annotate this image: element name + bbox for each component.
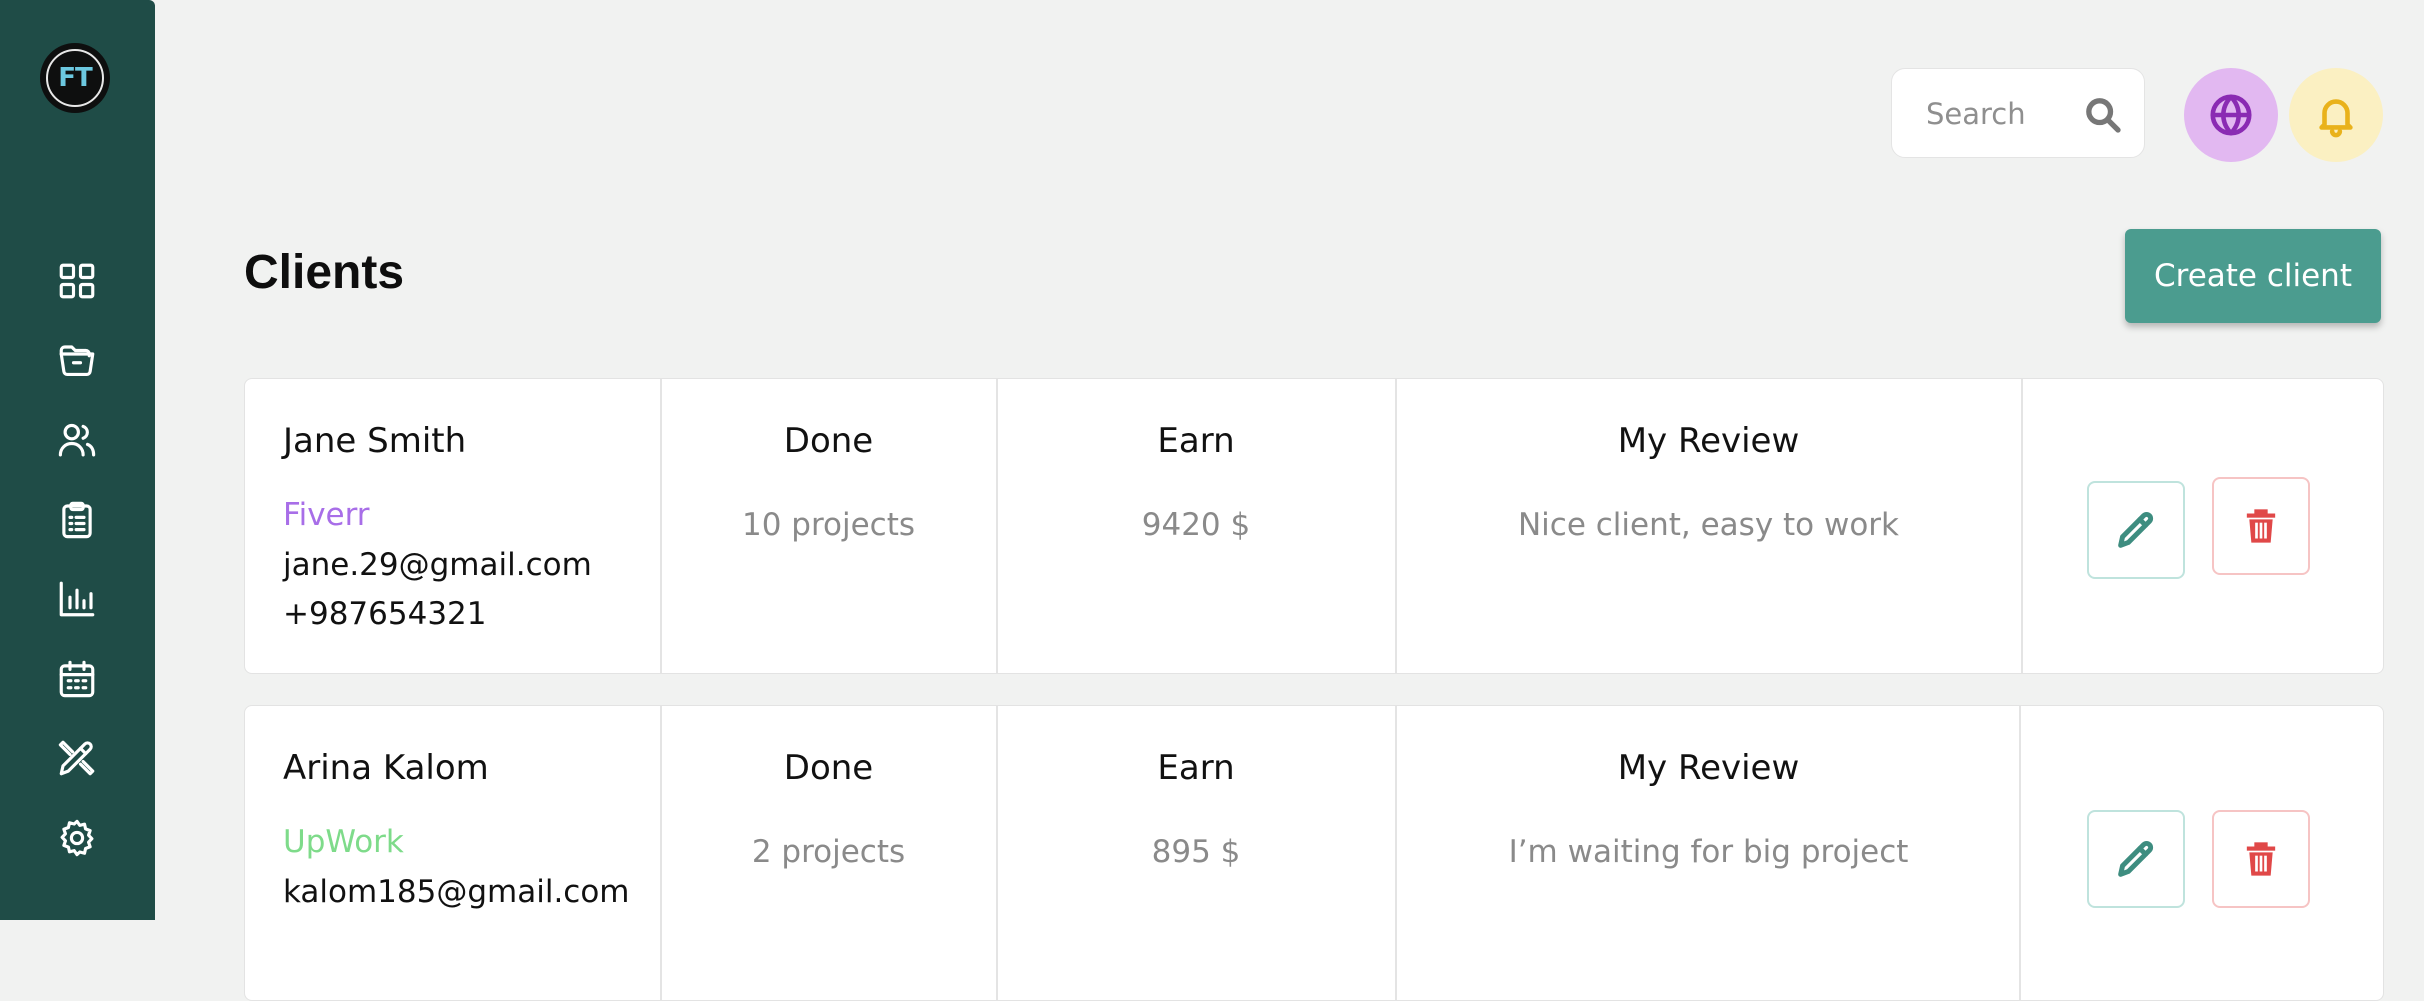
client-name: Jane Smith: [283, 421, 467, 461]
pencil-icon: [2118, 511, 2154, 548]
client-platform: Fiverr: [283, 497, 370, 533]
delete-client-button[interactable]: [2212, 477, 2310, 575]
done-value: 2 projects: [751, 834, 906, 870]
notifications-button[interactable]: [2289, 68, 2383, 162]
edit-client-button[interactable]: [2087, 810, 2185, 908]
sidebar-item-calendar[interactable]: [45, 647, 109, 711]
review-value: I’m waiting for big project: [1508, 834, 1909, 870]
client-platform: UpWork: [283, 824, 404, 860]
search-icon[interactable]: [2083, 95, 2123, 135]
client-email: jane.29@gmail.com: [283, 547, 592, 583]
calendar-icon: [59, 660, 95, 698]
grid-icon: [59, 263, 95, 299]
folder-icon: [59, 345, 95, 377]
globe-icon: [2210, 94, 2252, 136]
clipboard-icon: [62, 501, 92, 539]
review-header: My Review: [1617, 748, 1800, 788]
earn-value: 895 $: [1151, 834, 1241, 870]
client-card: Arina Kalom UpWork kalom185@gmail.com Do…: [244, 705, 2384, 1001]
gear-icon: [60, 819, 94, 857]
earn-header: Earn: [1157, 421, 1235, 461]
sidebar-item-projects[interactable]: [45, 329, 109, 393]
sidebar-item-statistics[interactable]: [45, 567, 109, 631]
done-header: Done: [783, 748, 874, 788]
pencil-ruler-icon: [58, 740, 95, 776]
sidebar: FT: [0, 0, 155, 920]
client-email: kalom185@gmail.com: [283, 874, 630, 910]
edit-client-button[interactable]: [2087, 481, 2185, 579]
delete-client-button[interactable]: [2212, 810, 2310, 908]
bar-chart-icon: [59, 581, 95, 617]
users-icon: [58, 423, 96, 457]
client-card: Jane Smith Fiverr jane.29@gmail.com +987…: [244, 378, 2384, 674]
bell-icon: [2319, 99, 2353, 138]
create-client-button[interactable]: Create client: [2125, 229, 2381, 323]
sidebar-item-settings[interactable]: [45, 806, 109, 870]
language-button[interactable]: [2184, 68, 2278, 162]
trash-icon: [2246, 509, 2276, 543]
sidebar-item-tasks[interactable]: [45, 488, 109, 552]
logo-text: FT: [46, 49, 104, 107]
search-input[interactable]: [1924, 93, 2078, 135]
trash-icon: [2246, 842, 2276, 876]
sidebar-item-dashboard[interactable]: [45, 249, 109, 313]
page-title: Clients: [244, 246, 405, 299]
column-divider: [2021, 379, 2023, 673]
done-value: 10 projects: [741, 507, 916, 543]
client-name: Arina Kalom: [283, 748, 489, 788]
sidebar-item-design[interactable]: [45, 726, 109, 790]
review-header: My Review: [1617, 421, 1800, 461]
done-header: Done: [783, 421, 874, 461]
sidebar-item-clients[interactable]: [45, 408, 109, 472]
client-phone: +987654321: [283, 596, 487, 632]
pencil-icon: [2118, 840, 2154, 877]
earn-header: Earn: [1157, 748, 1235, 788]
app-logo[interactable]: FT: [40, 43, 110, 113]
review-value: Nice client, easy to work: [1517, 507, 1900, 543]
earn-value: 9420 $: [1141, 507, 1251, 543]
search-box[interactable]: [1891, 68, 2145, 158]
